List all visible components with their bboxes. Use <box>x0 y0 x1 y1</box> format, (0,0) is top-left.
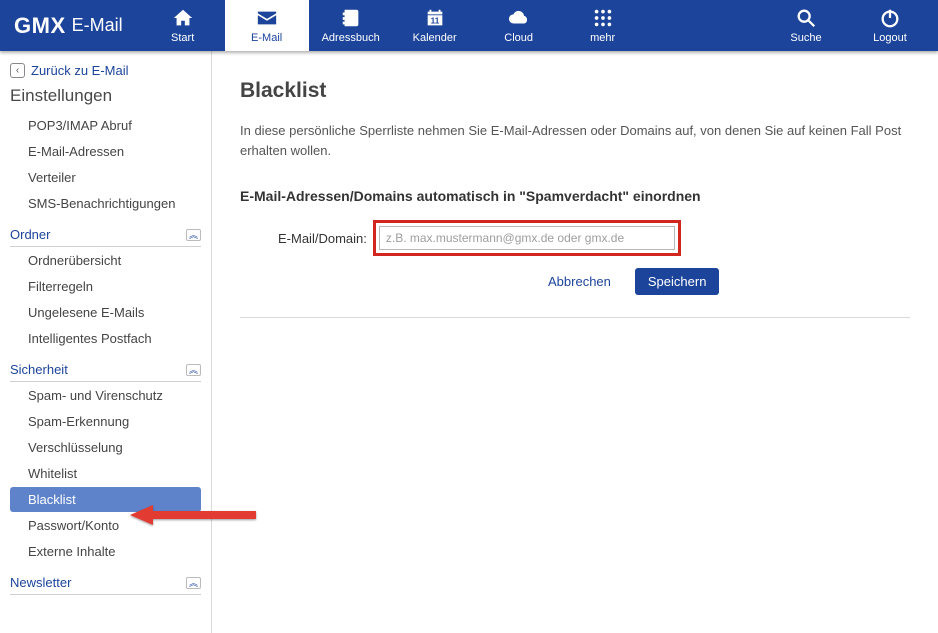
nav-email[interactable]: E-Mail <box>225 0 309 51</box>
sidebar-category-ordner[interactable]: Ordner ︽ <box>10 217 201 247</box>
cloud-icon <box>508 7 530 29</box>
sidebar-item-filter[interactable]: Filterregeln <box>10 274 201 299</box>
nav-mehr-label: mehr <box>590 32 615 44</box>
sidebar-item-whitelist[interactable]: Whitelist <box>10 461 201 486</box>
sidebar-category-newsletter[interactable]: Newsletter ︽ <box>10 565 201 595</box>
sidebar-item-intelligent[interactable]: Intelligentes Postfach <box>10 326 201 351</box>
sidebar-item-unread[interactable]: Ungelesene E-Mails <box>10 300 201 325</box>
back-label: Zurück zu E-Mail <box>31 63 129 78</box>
nav-logout[interactable]: Logout <box>848 0 932 51</box>
sidebar-item-password[interactable]: Passwort/Konto <box>10 513 201 538</box>
chevron-left-icon: ‹ <box>10 63 25 78</box>
main-content: Blacklist In diese persönliche Sperrlist… <box>212 51 938 633</box>
nav-cloud[interactable]: Cloud <box>477 0 561 51</box>
secondary-nav: Suche Logout <box>764 0 938 51</box>
section-divider <box>240 317 910 318</box>
back-to-email-link[interactable]: ‹ Zurück zu E-Mail <box>10 59 203 86</box>
cat-newsletter-label: Newsletter <box>10 575 71 590</box>
nav-adressbuch-label: Adressbuch <box>322 32 380 44</box>
nav-logout-label: Logout <box>873 32 907 44</box>
sidebar-item-spamerk[interactable]: Spam-Erkennung <box>10 409 201 434</box>
sidebar-item-sms[interactable]: SMS-Benachrichtigungen <box>10 191 201 216</box>
email-domain-label: E-Mail/Domain: <box>278 231 367 246</box>
annotation-highlight <box>373 220 681 256</box>
sidebar-item-spamvirus[interactable]: Spam- und Virenschutz <box>10 383 201 408</box>
svg-text:11: 11 <box>430 17 439 26</box>
nav-start-label: Start <box>171 32 194 44</box>
nav-start[interactable]: Start <box>141 0 225 51</box>
sidebar-item-pop3[interactable]: POP3/IMAP Abruf <box>10 113 201 138</box>
form-actions: Abbrechen Speichern <box>240 268 910 295</box>
settings-sidebar: ‹ Zurück zu E-Mail Einstellungen POP3/IM… <box>0 51 212 633</box>
cat-sicherheit-label: Sicherheit <box>10 362 68 377</box>
logo-product: E-Mail <box>72 15 123 36</box>
email-domain-input[interactable] <box>379 226 675 250</box>
sidebar-item-external[interactable]: Externe Inhalte <box>10 539 201 564</box>
collapse-icon: ︽ <box>186 577 201 589</box>
collapse-icon: ︽ <box>186 364 201 376</box>
app-logo: GMX E-Mail <box>0 0 141 51</box>
section-title: E-Mail-Adressen/Domains automatisch in "… <box>240 188 910 204</box>
blacklist-form-row: E-Mail/Domain: <box>240 220 910 256</box>
app-header: GMX E-Mail Start E-Mail Adressbuch 11 Ka… <box>0 0 938 51</box>
search-icon <box>795 7 817 29</box>
nav-suche[interactable]: Suche <box>764 0 848 51</box>
nav-mehr[interactable]: mehr <box>561 0 645 51</box>
page-description: In diese persönliche Sperrliste nehmen S… <box>240 121 910 160</box>
home-icon <box>172 7 194 29</box>
save-button[interactable]: Speichern <box>635 268 720 295</box>
sidebar-item-overview[interactable]: Ordnerübersicht <box>10 248 201 273</box>
page-title: Blacklist <box>240 79 910 103</box>
collapse-icon: ︽ <box>186 229 201 241</box>
nav-kalender-label: Kalender <box>413 32 457 44</box>
sidebar-item-blacklist[interactable]: Blacklist <box>10 487 201 512</box>
addressbook-icon <box>340 7 362 29</box>
nav-email-label: E-Mail <box>251 32 282 44</box>
sidebar-item-verteiler[interactable]: Verteiler <box>10 165 201 190</box>
sidebar-item-encryption[interactable]: Verschlüsselung <box>10 435 201 460</box>
nav-adressbuch[interactable]: Adressbuch <box>309 0 393 51</box>
cat-ordner-label: Ordner <box>10 227 50 242</box>
primary-nav: Start E-Mail Adressbuch 11 Kalender Clou… <box>141 0 645 51</box>
sidebar-title: Einstellungen <box>10 86 203 106</box>
nav-suche-label: Suche <box>790 32 821 44</box>
calendar-icon: 11 <box>424 7 446 29</box>
sidebar-item-addresses[interactable]: E-Mail-Adressen <box>10 139 201 164</box>
cancel-button[interactable]: Abbrechen <box>548 274 611 289</box>
sidebar-category-sicherheit[interactable]: Sicherheit ︽ <box>10 352 201 382</box>
logo-brand: GMX <box>14 13 66 39</box>
nav-kalender[interactable]: 11 Kalender <box>393 0 477 51</box>
grid-icon <box>592 7 614 29</box>
nav-cloud-label: Cloud <box>504 32 533 44</box>
power-icon <box>879 7 901 29</box>
envelope-icon <box>256 7 278 29</box>
sidebar-scroll[interactable]: POP3/IMAP Abruf E-Mail-Adressen Verteile… <box>10 112 203 625</box>
